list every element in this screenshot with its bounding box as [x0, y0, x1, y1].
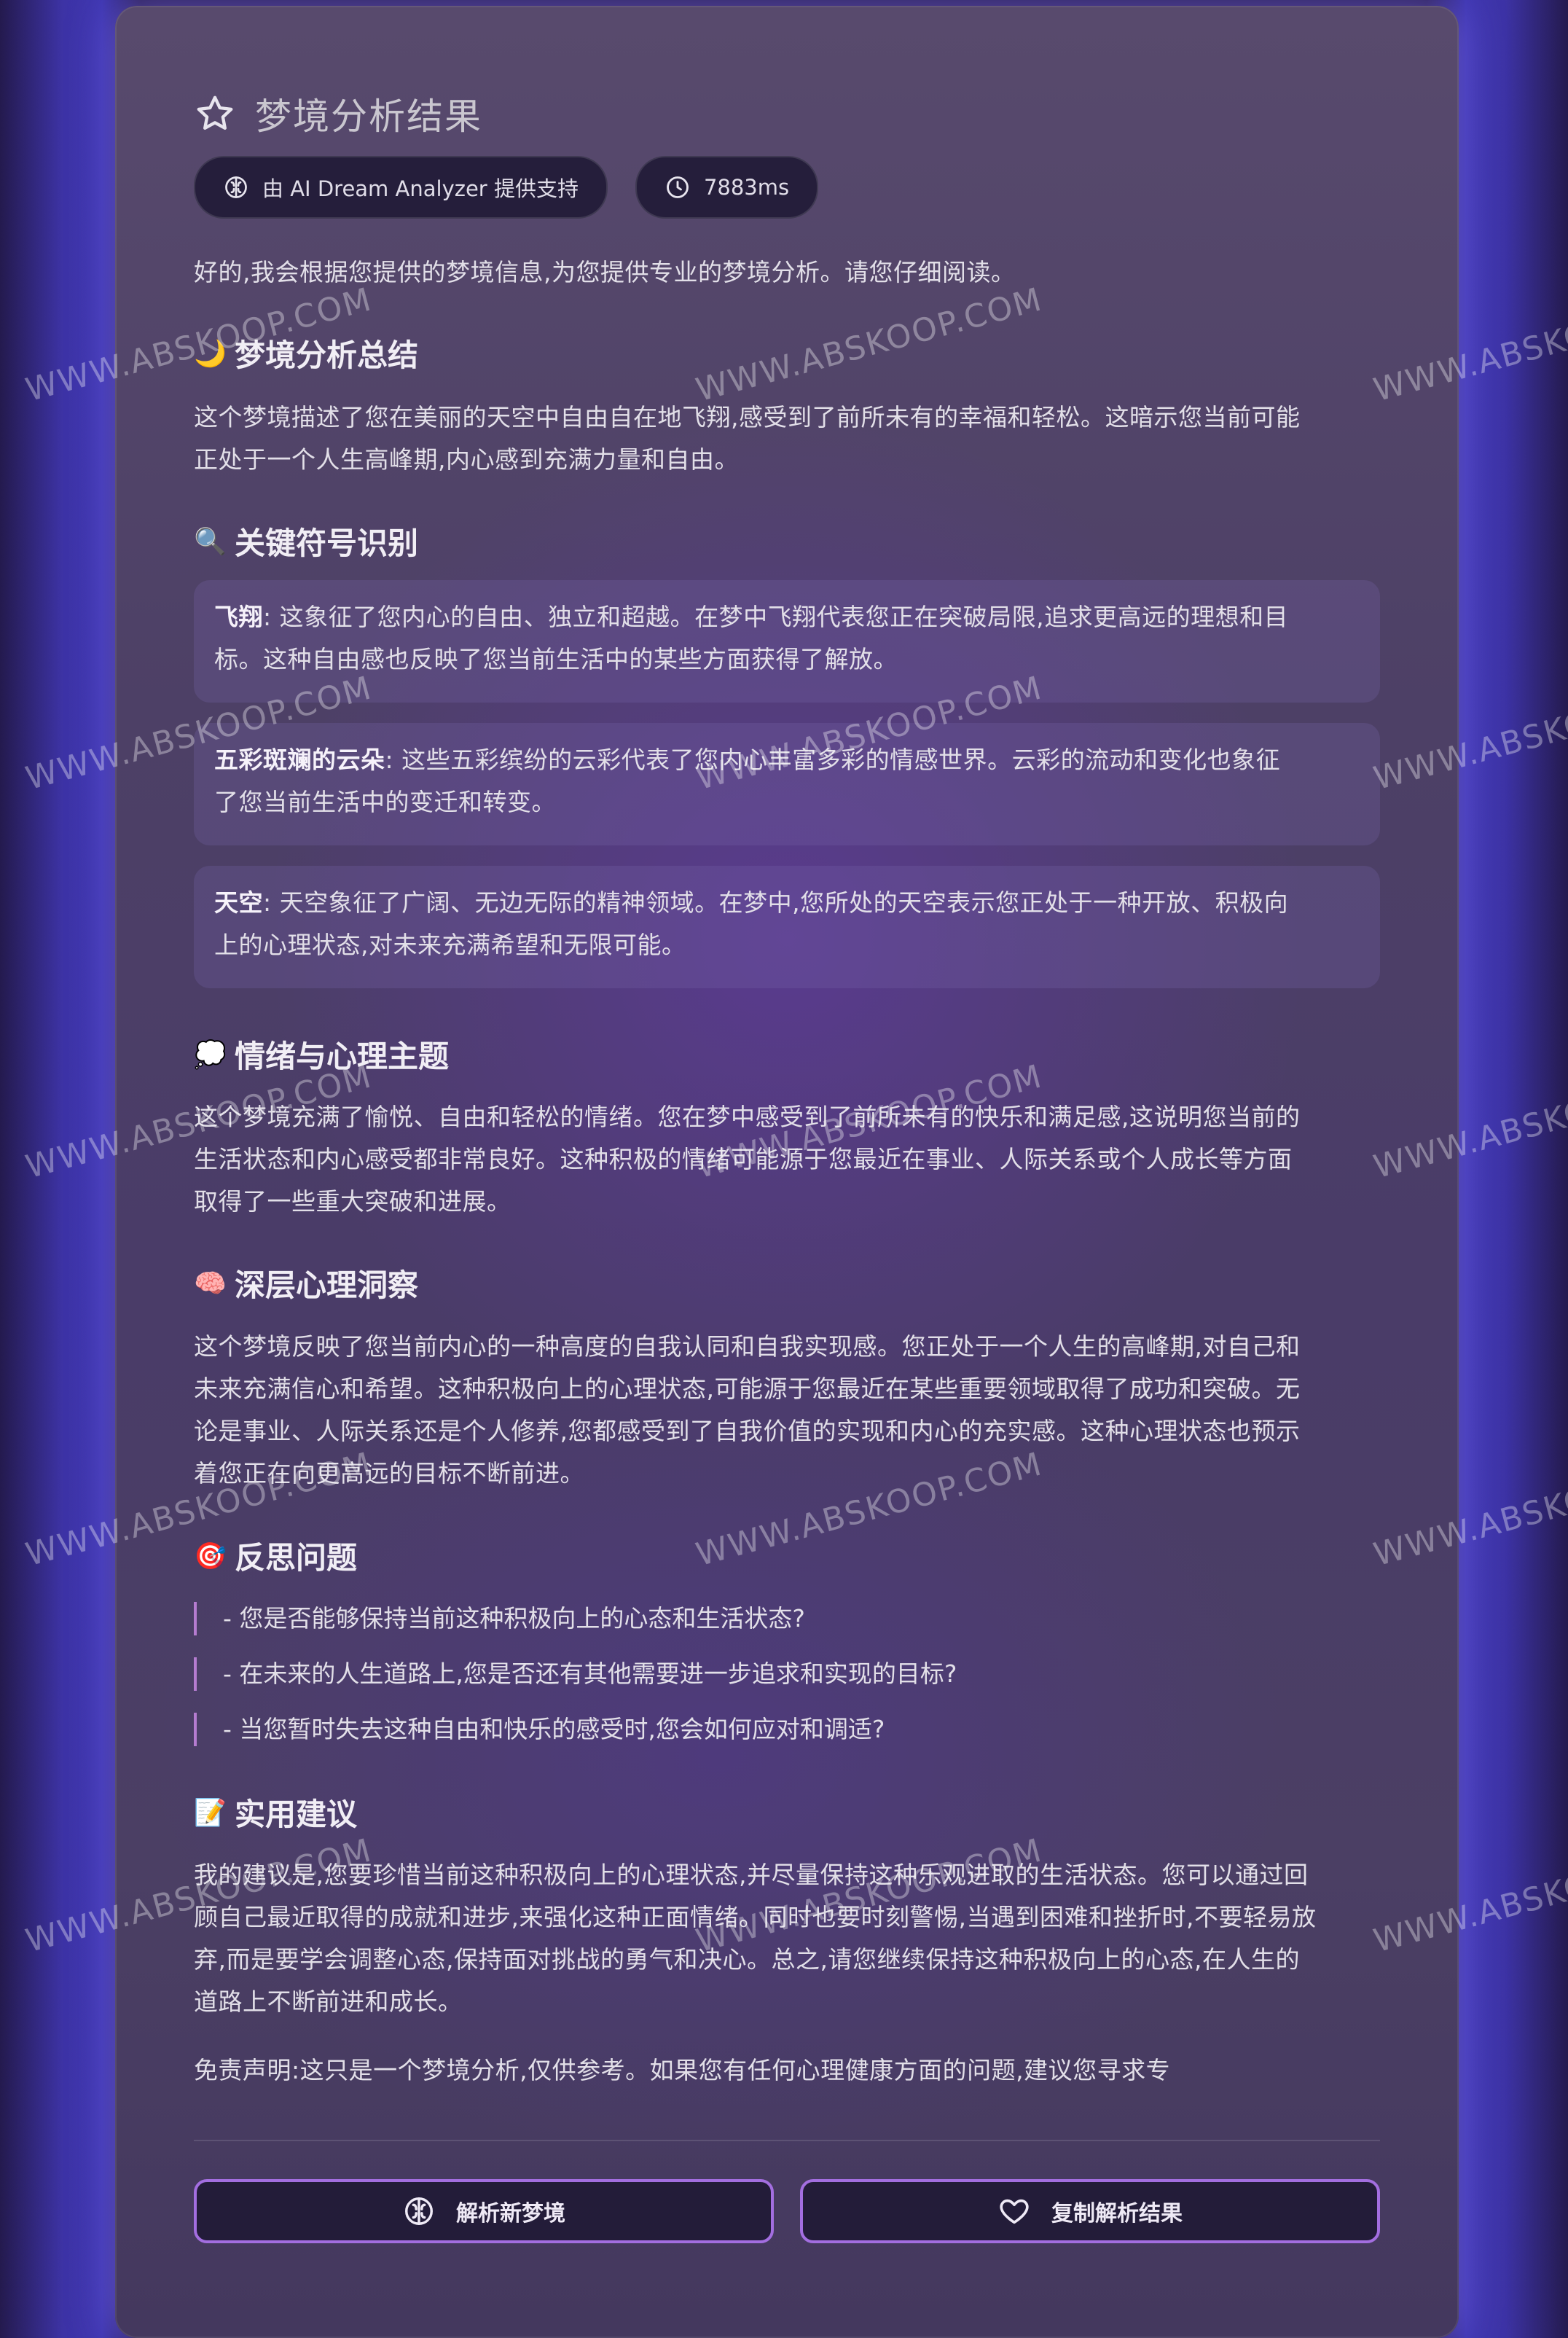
brain-emoji-icon: 🧠	[194, 1268, 227, 1299]
reflection-heading: 🎯 反思问题	[194, 1540, 358, 1576]
provider-text: 由 AI Dream Analyzer 提供支持	[262, 176, 579, 201]
advice-text: 我的建议是,您要珍惜当前这种积极向上的心理状态,并尽量保持这种乐观进取的生活状态…	[194, 1861, 1317, 2016]
intro-text: 好的,我会根据您提供的梦境信息,为您提供专业的梦境分析。请您仔细阅读。	[194, 258, 1016, 286]
watermark: WWW.ABSKOOP.COM	[22, 0, 376, 2]
target-icon: 🎯	[194, 1541, 227, 1571]
copy-result-label: 复制解析结果	[1051, 2201, 1183, 2226]
symbol-term: 天空	[214, 888, 263, 917]
analyze-new-dream-button[interactable]: 解析新梦境	[194, 2179, 774, 2243]
emotion-text: 这个梦境充满了愉悦、自由和轻松的情绪。您在梦中感受到了前所未有的快乐和满足感,这…	[194, 1103, 1301, 1216]
summary-text: 这个梦境描述了您在美丽的天空中自由自在地飞翔,感受到了前所未有的幸福和轻松。这暗…	[194, 403, 1301, 474]
watermark: WWW.ABSKOOP.COM	[692, 0, 1046, 2]
reflection-question: - 当您暂时失去这种自由和快乐的感受时,您会如何应对和调适?	[194, 1713, 885, 1746]
copy-result-button[interactable]: 复制解析结果	[800, 2179, 1380, 2243]
star-icon	[197, 95, 233, 130]
analyze-new-dream-label: 解析新梦境	[456, 2201, 565, 2226]
page-title: 梦境分析结果	[255, 95, 482, 138]
brain-icon	[405, 2197, 433, 2225]
watermark: WWW.ABSKOOP.COM	[1370, 0, 1568, 2]
symbols-heading: 🔍 关键符号识别	[194, 525, 419, 561]
symbol-card-clouds: 五彩斑斓的云朵: 这些五彩缤纷的云彩代表了您内心丰富多彩的情感世界。云彩的流动和…	[194, 723, 1380, 845]
summary-heading: 🌙 梦境分析总结	[194, 337, 419, 373]
brain-icon	[225, 176, 247, 198]
header: 梦境分析结果	[194, 87, 482, 140]
divider	[194, 2140, 1380, 2141]
clock-icon	[667, 176, 689, 198]
duration-text: 7883ms	[703, 175, 790, 200]
advice-heading: 📝 实用建议	[194, 1796, 358, 1832]
symbol-card-sky: 天空: 天空象征了广阔、无边无际的精神领域。在梦中,您所处的天空表示您正处于一种…	[194, 866, 1380, 988]
duration-badge: 7883ms	[635, 156, 819, 219]
disclaimer-text: 免责声明:这只是一个梦境分析,仅供参考。如果您有任何心理健康方面的问题,建议您寻…	[194, 2056, 1171, 2084]
symbol-term: 飞翔	[214, 603, 263, 631]
insight-text: 这个梦境反映了您当前内心的一种高度的自我认同和自我实现感。您正处于一个人生的高峰…	[194, 1332, 1301, 1487]
result-card: 梦境分析结果 由 AI Dream Analyzer 提供支持 7883ms 好…	[115, 6, 1459, 2338]
provider-badge: 由 AI Dream Analyzer 提供支持	[194, 156, 608, 219]
insight-heading: 🧠 深层心理洞察	[194, 1267, 419, 1303]
reflection-question: - 您是否能够保持当前这种积极向上的心态和生活状态?	[194, 1602, 805, 1635]
symbol-term: 五彩斑斓的云朵	[214, 746, 385, 774]
magnifier-icon: 🔍	[194, 526, 227, 557]
heart-icon	[1000, 2199, 1029, 2224]
moon-icon: 🌙	[194, 338, 227, 369]
reflection-question: - 在未来的人生道路上,您是否还有其他需要进一步追求和实现的目标?	[194, 1657, 957, 1691]
thought-icon: 💭	[194, 1039, 227, 1070]
memo-icon: 📝	[194, 1797, 227, 1828]
emotion-heading: 💭 情绪与心理主题	[194, 1039, 450, 1074]
badge-row: 由 AI Dream Analyzer 提供支持 7883ms	[194, 156, 819, 219]
symbol-card-flying: 飞翔: 这象征了您内心的自由、独立和超越。在梦中飞翔代表您正在突破局限,追求更高…	[194, 580, 1380, 703]
